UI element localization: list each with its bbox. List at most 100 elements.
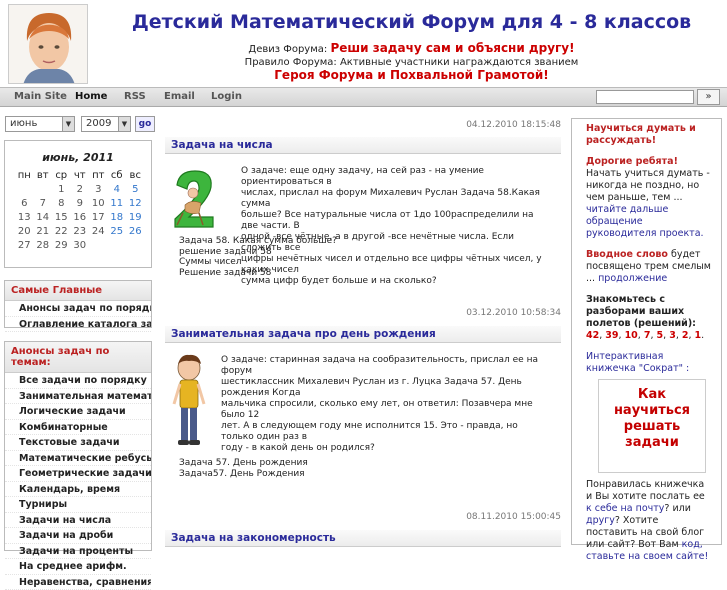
search-button[interactable]: » <box>697 89 720 105</box>
topic-link[interactable]: Задачи на проценты <box>5 544 151 560</box>
calendar-day[interactable]: 22 <box>52 226 71 237</box>
send-to-self-link[interactable]: к себе на почту <box>586 503 664 514</box>
topic-link[interactable]: Задачи на дроби <box>5 528 151 544</box>
post-tags: Задача 57. День рождения Задача57. День … <box>179 458 308 479</box>
topic-link[interactable]: На среднее арифм. <box>5 559 151 575</box>
nav-home[interactable]: Home <box>75 91 107 102</box>
calendar-day[interactable]: 16 <box>71 212 90 223</box>
topic-link[interactable]: Математические ребусы <box>5 451 151 467</box>
calendar-day[interactable]: 24 <box>89 226 108 237</box>
post-date: 08.11.2010 15:00:45 <box>466 512 561 522</box>
year-select[interactable]: 2009▼ <box>81 116 131 132</box>
topic-link[interactable]: Геометрические задачи <box>5 466 151 482</box>
topic-link[interactable]: Логические задачи <box>5 404 151 420</box>
month-value: июнь <box>10 118 37 129</box>
nav-email[interactable]: Email <box>164 91 195 102</box>
booklet-title: Как научиться решать задачи <box>599 387 705 451</box>
calendar-day[interactable]: 21 <box>34 226 53 237</box>
solution-link-42[interactable]: 42 <box>586 330 599 341</box>
calendar-day[interactable]: 27 <box>15 240 34 251</box>
calendar-day[interactable]: 4 <box>108 184 127 195</box>
calendar-day[interactable]: 12 <box>126 198 145 209</box>
send-to-friend-link[interactable]: другу <box>586 515 615 526</box>
main-links-title: Самые Главные <box>5 281 151 301</box>
topic-link[interactable]: Неравенства, сравнения <box>5 575 151 590</box>
top-navbar: Main Site Home RSS Email Login » <box>0 88 727 107</box>
topics-box: Анонсы задач по темам: Все задачи по пор… <box>4 341 152 551</box>
calendar-day[interactable]: 9 <box>71 198 90 209</box>
topic-link[interactable]: Все задачи по порядку <box>5 373 151 389</box>
calendar-day[interactable]: 1 <box>52 184 71 195</box>
calendar-day <box>108 240 127 251</box>
calendar-day[interactable]: 29 <box>52 240 71 251</box>
topic-link[interactable]: Занимательная математика <box>5 389 151 405</box>
topic-link[interactable]: Комбинаторные <box>5 420 151 436</box>
site-motto: Девиз Форума: Реши задачу сам и объясни … <box>96 42 727 82</box>
calendar-day[interactable]: 20 <box>15 226 34 237</box>
post-date: 03.12.2010 10:58:34 <box>466 308 561 318</box>
link-announcements[interactable]: Анонсы задач по порядку <box>5 301 151 317</box>
calendar-day[interactable]: 13 <box>15 212 34 223</box>
logo-boy-photo <box>8 4 88 84</box>
nav-rss[interactable]: RSS <box>124 91 146 102</box>
calendar-day <box>126 240 145 251</box>
calendar-day[interactable]: 19 <box>126 212 145 223</box>
post-body: О задаче: старинная задача на сообразите… <box>221 355 551 454</box>
calendar-day[interactable]: 8 <box>52 198 71 209</box>
booklet-label[interactable]: Интерактивная книжечка "Сократ" : <box>586 351 711 375</box>
site-title: Детский Математический Форум для 4 - 8 к… <box>96 11 727 33</box>
calendar-day[interactable]: 25 <box>108 226 127 237</box>
calendar-day[interactable]: 28 <box>34 240 53 251</box>
calendar: июнь, 2011 пнвтсрчтптсбвс123456789101112… <box>4 140 152 268</box>
dear-kids-block: Дорогие ребята! Начать учиться думать - … <box>586 156 711 240</box>
archive-go-button[interactable]: go <box>135 116 155 132</box>
post-title[interactable]: Задача на закономерность <box>165 530 561 547</box>
post-title[interactable]: Задача на числа <box>165 137 561 154</box>
solution-link-39[interactable]: 39 <box>605 330 618 341</box>
calendar-grid: пнвтсрчтптсбвс12345678910111213141516171… <box>15 170 151 251</box>
learn-title: Научиться думать и рассуждать! <box>586 123 711 147</box>
calendar-day[interactable]: 5 <box>126 184 145 195</box>
topic-link[interactable]: Задачи на числа <box>5 513 151 529</box>
calendar-day[interactable]: 30 <box>71 240 90 251</box>
topic-link[interactable]: Календарь, время <box>5 482 151 498</box>
solution-link-10[interactable]: 10 <box>625 330 638 341</box>
nav-login[interactable]: Login <box>211 91 242 102</box>
calendar-day[interactable]: 11 <box>108 198 127 209</box>
calendar-day[interactable]: 7 <box>34 198 53 209</box>
calendar-day[interactable]: 15 <box>52 212 71 223</box>
main-links-box: Самые Главные Анонсы задач по порядку Ог… <box>4 280 152 328</box>
nav-main-site[interactable]: Main Site <box>14 91 67 102</box>
calendar-day[interactable]: 14 <box>34 212 53 223</box>
link-catalog[interactable]: Оглавление каталога задач <box>5 317 151 333</box>
calendar-day[interactable]: 23 <box>71 226 90 237</box>
calendar-day[interactable]: 2 <box>71 184 90 195</box>
solution-link-5[interactable]: 5 <box>657 330 664 341</box>
calendar-day[interactable]: 17 <box>89 212 108 223</box>
post-title[interactable]: Занимательная задача про день рождения <box>165 326 561 343</box>
intro-block: Вводное слово будет посвящено трем смелы… <box>586 249 711 285</box>
calendar-day[interactable]: 10 <box>89 198 108 209</box>
topics-list: Все задачи по порядкуЗанимательная матем… <box>5 373 151 590</box>
month-select[interactable]: июнь▼ <box>5 116 75 132</box>
solution-link-3[interactable]: 3 <box>669 330 676 341</box>
calendar-title: июнь, 2011 <box>5 151 151 164</box>
dear-kids-link[interactable]: читайте дальше обращение руководителя пр… <box>586 204 704 239</box>
booklet-cover[interactable]: Как научиться решать задачи <box>598 379 706 473</box>
solution-link-1[interactable]: 1 <box>695 330 702 341</box>
topic-link[interactable]: Турниры <box>5 497 151 513</box>
intro-link[interactable]: продолжение <box>598 273 667 284</box>
post-tags: Задача 58. Какая сумма больше? решение з… <box>179 236 337 278</box>
calendar-day[interactable]: 26 <box>126 226 145 237</box>
calendar-weekday: ср <box>52 170 71 181</box>
solution-link-2[interactable]: 2 <box>682 330 689 341</box>
calendar-day[interactable]: 18 <box>108 212 127 223</box>
motto-prefix: Девиз Форума: <box>248 44 330 55</box>
calendar-day[interactable]: 3 <box>89 184 108 195</box>
solution-link-7[interactable]: 7 <box>644 330 651 341</box>
calendar-day[interactable]: 6 <box>15 198 34 209</box>
hero-line: Героя Форума и Похвальной Грамотой! <box>96 69 727 82</box>
topic-link[interactable]: Текстовые задачи <box>5 435 151 451</box>
post-date: 04.12.2010 18:15:48 <box>466 120 561 130</box>
search-input[interactable] <box>596 90 694 104</box>
